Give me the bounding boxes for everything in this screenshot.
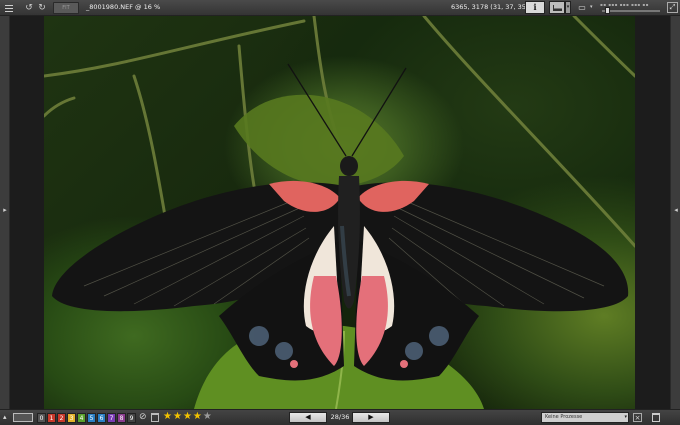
color-label-8[interactable]: 8 <box>117 413 126 423</box>
view-mode-icon[interactable]: ▭ <box>575 2 589 13</box>
color-label-5[interactable]: 5 <box>87 413 96 423</box>
color-label-3[interactable]: 3 <box>67 413 76 423</box>
color-label-7[interactable]: 7 <box>107 413 116 423</box>
chevron-down-icon: ▾ <box>624 414 627 420</box>
panel-layout-icon[interactable] <box>13 413 33 422</box>
color-label-2[interactable]: 2 <box>57 413 66 423</box>
photo-illustration <box>44 16 635 409</box>
next-image-button[interactable]: ▶ <box>352 412 390 423</box>
color-label-6[interactable]: 6 <box>97 413 106 423</box>
star-icon[interactable]: ★ <box>203 411 212 423</box>
menu-icon[interactable] <box>4 2 14 14</box>
image-viewer[interactable] <box>10 16 670 409</box>
reject-icon[interactable]: ⊘ <box>139 412 147 422</box>
zoom-thumb[interactable] <box>604 7 610 14</box>
butterfly-photo <box>44 16 635 409</box>
image-counter: 28/36 <box>330 413 350 421</box>
process-select-value: Keine Prozesse <box>545 414 583 420</box>
color-label-4[interactable]: 4 <box>77 413 86 423</box>
delete-mark-icon[interactable] <box>151 413 159 422</box>
color-label-9[interactable]: 9 <box>127 413 136 423</box>
pixel-coordinates: 6365, 3178 (31, 37, 35) <box>451 3 529 11</box>
chevron-left-icon[interactable]: ▸ <box>2 206 8 214</box>
fit-button[interactable]: FIT <box>53 2 79 14</box>
star-icon[interactable]: ★ <box>183 411 192 423</box>
process-select[interactable]: Keine Prozesse ▾ <box>541 412 629 423</box>
star-icon[interactable]: ★ <box>163 411 172 423</box>
color-label-1[interactable]: 1 <box>47 413 56 423</box>
star-rating[interactable]: ★ ★ ★ ★ ★ <box>163 411 212 423</box>
top-toolbar: ↺ ↻ FIT _8001980.NEF @ 16 % 6365, 3178 (… <box>0 0 680 16</box>
color-labels: 0123456789 <box>37 413 136 423</box>
histogram-icon[interactable] <box>549 1 565 14</box>
file-title: _8001980.NEF @ 16 % <box>86 3 161 11</box>
histogram-dropdown-icon[interactable]: ▾ <box>565 1 571 14</box>
previous-image-button[interactable]: ◀ <box>289 412 327 423</box>
zoom-slider[interactable]: ▪▪ ▪▪▪ ▪▪▪ ▪▪▪ ▪▪ <box>600 2 662 14</box>
rotate-left-icon[interactable]: ↺ <box>23 2 35 14</box>
close-icon[interactable]: × <box>633 413 642 422</box>
chevron-right-icon[interactable]: ◂ <box>673 206 679 214</box>
view-mode-dropdown-icon[interactable]: ▾ <box>590 2 596 13</box>
right-panel-toggle[interactable]: ◂ <box>670 16 680 409</box>
zoom-track <box>602 10 660 12</box>
color-label-0[interactable]: 0 <box>37 413 46 423</box>
star-icon[interactable]: ★ <box>193 411 202 423</box>
bottom-toolbar: ▴ 0123456789 ⊘ ★ ★ ★ ★ ★ ◀ 28/36 ▶ Keine Pro… <box>0 409 680 425</box>
left-panel-toggle[interactable]: ▸ <box>0 16 10 409</box>
filmstrip-toggle-icon[interactable]: ▴ <box>3 413 7 421</box>
info-button[interactable]: i <box>525 1 545 14</box>
rotate-right-icon[interactable]: ↻ <box>36 2 48 14</box>
trash-icon[interactable] <box>652 413 660 422</box>
exit-fullscreen-icon[interactable]: ⤢ <box>667 2 678 13</box>
star-icon[interactable]: ★ <box>173 411 182 423</box>
